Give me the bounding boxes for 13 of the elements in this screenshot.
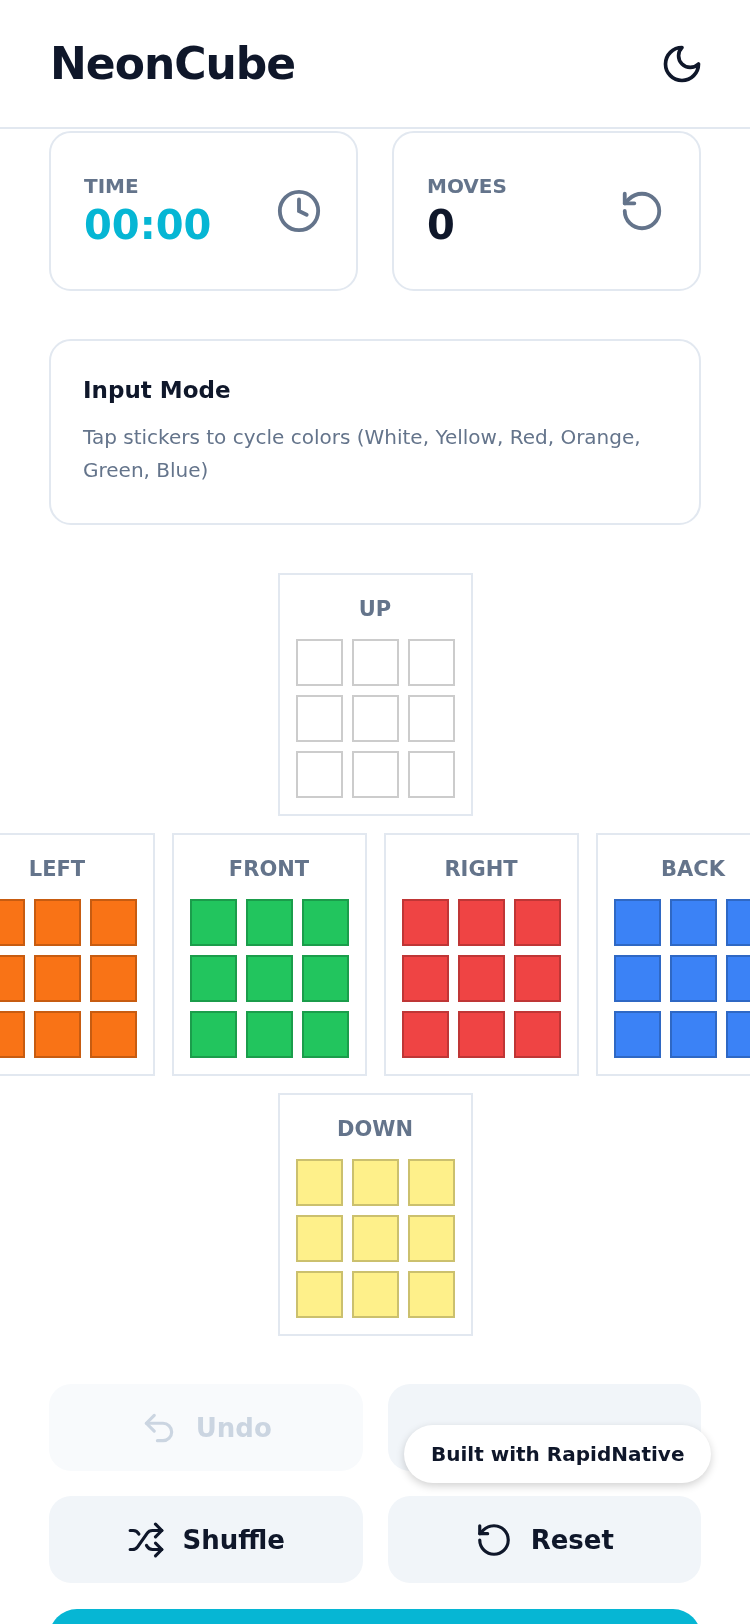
face-label: FRONT <box>228 857 310 883</box>
face-label: RIGHT <box>444 857 518 883</box>
stat-value: 0 <box>427 202 456 248</box>
stat-label: MOVES <box>427 174 507 198</box>
face-label: BACK <box>661 857 725 883</box>
stat-label: TIME <box>84 174 140 198</box>
stat-value: 00:00 <box>84 202 212 248</box>
app-title: NeonCube <box>50 38 296 89</box>
face-label: UP <box>358 597 392 623</box>
face-label: LEFT <box>28 857 86 883</box>
card-description: Tap stickers to cycle colors (White, Yellow, Red, Orange, Green, Blue) <box>83 424 642 484</box>
card-title: Input Mode <box>83 377 232 403</box>
face-label: DOWN <box>337 1117 413 1143</box>
